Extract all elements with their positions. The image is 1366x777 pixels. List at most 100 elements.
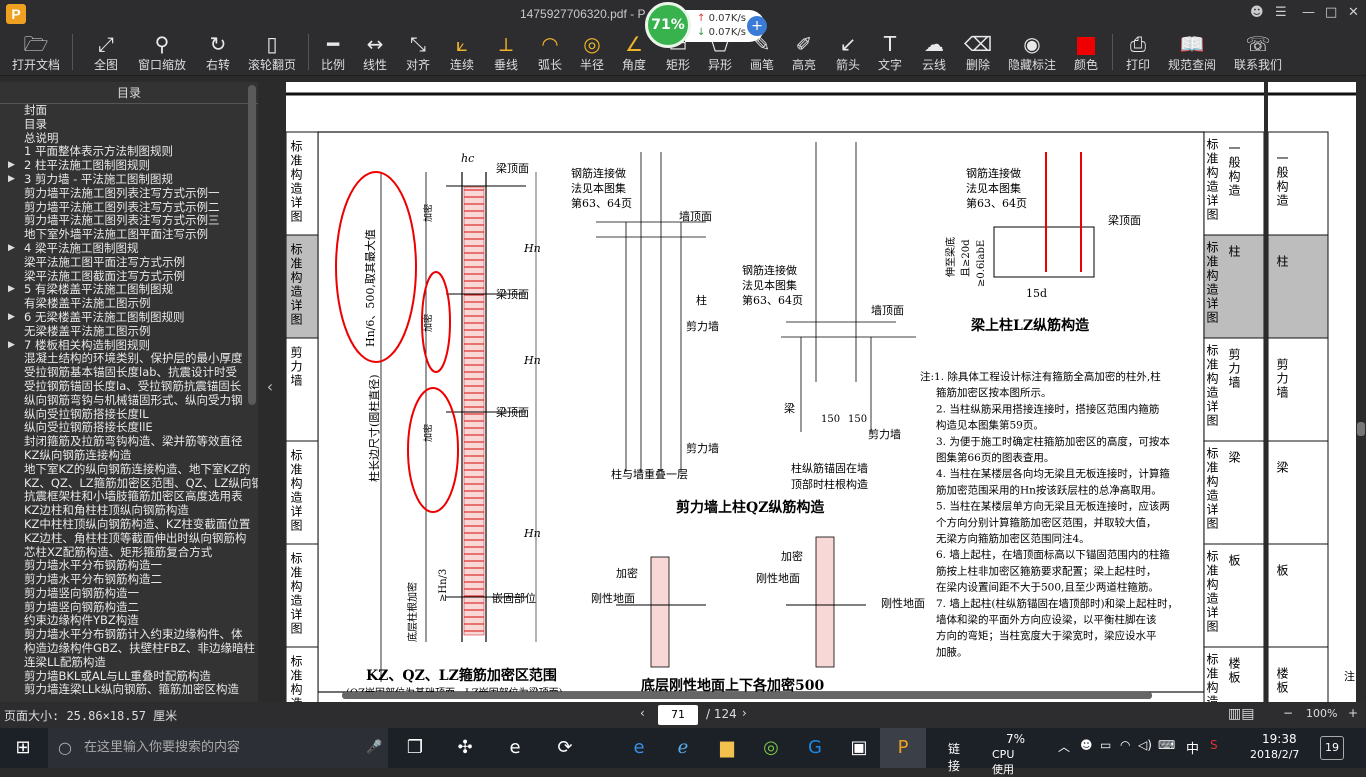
expand-arrow-icon[interactable]: ▶ xyxy=(8,159,15,173)
toc-item[interactable]: 封闭箍筋及拉筋弯钩构造、梁并筋等效直径 xyxy=(0,435,258,449)
toc-item[interactable]: 抗震框架柱和小墙肢箍筋加密区高度选用表 xyxy=(0,490,258,504)
toolbar-rotate-right[interactable]: ↻ 右转 xyxy=(196,30,240,74)
toolbar-delete[interactable]: ⌫ 删除 xyxy=(958,30,998,74)
toolbar-linear[interactable]: ↔ 线性 xyxy=(356,30,394,74)
horizontal-scrollbar[interactable] xyxy=(282,692,1356,700)
clock-time[interactable]: 19:38 xyxy=(1262,732,1297,746)
toc-item[interactable]: 地下室KZ的纵向钢筋连接构造、地下室KZ的 xyxy=(0,463,258,477)
toc-item[interactable]: ▶ 2 柱平法施工图制图规则 xyxy=(0,159,258,173)
toc-item[interactable]: 剪力墙平法施工图列表注写方式示例一 xyxy=(0,187,258,201)
toc-item[interactable]: 剪力墙水平分布钢筋计入约束边缘构件、体 xyxy=(0,628,258,642)
wifi-icon[interactable]: ◠ xyxy=(1120,738,1130,752)
toolbar-arc-length[interactable]: ◠ 弧长 xyxy=(530,30,570,74)
microphone-icon[interactable]: 🎤 xyxy=(366,728,382,768)
toc-item[interactable]: 纵向钢筋弯钩与机械锚固形式、纵向受力钢 xyxy=(0,394,258,408)
toolbar-open-document[interactable]: 🗁 打开文档 xyxy=(6,30,66,74)
next-page-icon[interactable]: › xyxy=(742,706,747,720)
zoom-level[interactable]: 100% xyxy=(1306,707,1337,720)
toolbar-highlight[interactable]: ✐ 高亮 xyxy=(784,30,824,74)
toc-item[interactable]: 混凝土结构的环境类别、保护层的最小厚度 xyxy=(0,352,258,366)
user-icon[interactable]: ☻ xyxy=(1250,5,1264,20)
toolbar-print[interactable]: ⎙ 打印 xyxy=(1118,30,1158,74)
sogou-icon[interactable]: S xyxy=(1210,738,1218,752)
toolbar-window-zoom[interactable]: ⚲ 窗口缩放 xyxy=(134,30,190,74)
page-number-input[interactable]: 71 xyxy=(658,705,698,725)
expand-arrow-icon[interactable]: ▶ xyxy=(8,339,15,353)
file-explorer-icon[interactable]: ▆ xyxy=(704,728,750,768)
g-app-icon[interactable]: G xyxy=(792,728,838,768)
toc-item[interactable]: 纵向受拉钢筋搭接长度lL xyxy=(0,408,258,422)
toc-item[interactable]: ▶ 5 有梁楼盖平法施工图制图规 xyxy=(0,283,258,297)
toc-item[interactable]: 目录 xyxy=(0,118,258,132)
toc-item[interactable]: 梁平法施工图平面注写方式示例 xyxy=(0,256,258,270)
clock-date[interactable]: 2018/2/7 xyxy=(1250,748,1299,761)
accelerate-plus-icon[interactable]: + xyxy=(747,16,767,36)
toolbar-perpendicular[interactable]: ⟂ 垂线 xyxy=(486,30,526,74)
briefcase-icon[interactable]: ▣ xyxy=(836,728,882,768)
toc-item[interactable]: 剪力墙连梁LLk纵向钢筋、箍筋加密区构造 xyxy=(0,683,258,697)
toc-item[interactable]: KZ边柱和角柱柱顶纵向钢筋构造 xyxy=(0,504,258,518)
toc-item[interactable]: KZ、QZ、LZ箍筋加密区范围、QZ、LZ纵向钢 xyxy=(0,477,258,491)
tray-chevron-icon[interactable]: ︿ xyxy=(1058,738,1070,755)
expand-arrow-icon[interactable]: ▶ xyxy=(8,242,15,256)
toolbar-scale[interactable]: ━ 比例 xyxy=(314,30,352,74)
toc-item[interactable]: 剪力墙平法施工图列表注写方式示例三 xyxy=(0,214,258,228)
edge-icon[interactable]: e xyxy=(616,728,662,768)
toc-item[interactable]: 无梁楼盖平法施工图示例 xyxy=(0,325,258,339)
toc-item[interactable]: 剪力墙竖向钢筋构造二 xyxy=(0,601,258,615)
toolbar-fit-page[interactable]: ⤢ 全图 xyxy=(84,30,128,74)
windows-start-icon[interactable]: ⊞ xyxy=(0,728,46,768)
toc-item[interactable]: KZ纵向钢筋连接构造 xyxy=(0,449,258,463)
toolbar-contact[interactable]: ☏ 联系我们 xyxy=(1230,30,1286,74)
expand-arrow-icon[interactable]: ▶ xyxy=(8,283,15,297)
toc-item[interactable]: ▶ 7 楼板相关构造制图规则 xyxy=(0,339,258,353)
toc-item[interactable]: ▶ 3 剪力墙 - 平法施工图制图规 xyxy=(0,173,258,187)
vertical-scrollbar[interactable] xyxy=(1356,82,1366,702)
cpu-usage-circle[interactable]: 71% xyxy=(645,2,691,48)
volume-icon[interactable]: ◁) xyxy=(1138,738,1152,752)
toc-item[interactable]: 受拉钢筋锚固长度la、受拉钢筋抗震锚固长 xyxy=(0,380,258,394)
toc-item[interactable]: 剪力墙水平分布钢筋构造一 xyxy=(0,559,258,573)
maximize-button[interactable]: □ xyxy=(1325,5,1337,20)
view-mode-icon[interactable]: ▥▤ xyxy=(1228,706,1254,722)
toc-item[interactable]: ▶ 4 梁平法施工图制图规 xyxy=(0,242,258,256)
toc-item[interactable]: 受拉钢筋基本锚固长度lab、抗震设计时受 xyxy=(0,366,258,380)
ime-indicator[interactable]: 中 xyxy=(1186,738,1199,757)
toolbar-hide-markup[interactable]: ◉ 隐藏标注 xyxy=(1004,30,1060,74)
toc-item[interactable]: 总说明 xyxy=(0,132,258,146)
toolbar-continuous[interactable]: ⟀ 连续 xyxy=(442,30,482,74)
toc-item[interactable]: 芯柱XZ配筋构造、矩形箍筋复合方式 xyxy=(0,546,258,560)
toc-item[interactable]: 梁平法施工图截面注写方式示例 xyxy=(0,270,258,284)
ie-icon[interactable]: ℯ xyxy=(660,728,706,768)
edge-browser-icon[interactable]: e xyxy=(492,728,538,768)
expand-arrow-icon[interactable]: ▶ xyxy=(8,173,15,187)
toc-item[interactable]: KZ边柱、角柱柱顶等截面伸出时纵向钢筋构 xyxy=(0,532,258,546)
horizontal-scroll-thumb[interactable] xyxy=(342,692,1152,699)
toc-item[interactable]: 剪力墙竖向钢筋构造一 xyxy=(0,587,258,601)
task-view-icon[interactable]: ❐ xyxy=(392,728,438,768)
taskbar-search-input[interactable]: ○ 在这里输入你要搜索的内容 🎤 xyxy=(48,728,388,768)
battery-icon[interactable]: ▭ xyxy=(1100,738,1111,752)
keyboard-icon[interactable]: ⌨ xyxy=(1158,738,1175,752)
toolbar-color[interactable]: 颜色 xyxy=(1066,30,1106,74)
link-label[interactable]: 链接 xyxy=(948,740,960,774)
toolbar-radius[interactable]: ◎ 半径 xyxy=(572,30,612,74)
toc-item[interactable]: 1 平面整体表示方法制图规则 xyxy=(0,145,258,159)
toc-item[interactable]: 有梁楼盖平法施工图示例 xyxy=(0,297,258,311)
people-icon[interactable]: ☻ xyxy=(1080,738,1093,752)
toc-item[interactable]: 约束边缘构件YBZ构造 xyxy=(0,614,258,628)
close-button[interactable]: ✕ xyxy=(1348,5,1359,20)
menu-icon[interactable]: ☰ xyxy=(1275,5,1287,20)
network-monitor-widget[interactable]: ↑ 0.07K/s ↓ 0.07K/s 71% + xyxy=(645,2,770,48)
zoom-out-icon[interactable]: − xyxy=(1283,706,1293,720)
toc-item[interactable]: 剪力墙水平分布钢筋构造二 xyxy=(0,573,258,587)
toolbar-spec-lookup[interactable]: 📖 规范查阅 xyxy=(1164,30,1220,74)
prev-page-icon[interactable]: ‹ xyxy=(640,706,645,720)
green-app-icon[interactable]: ◎ xyxy=(748,728,794,768)
toc-item[interactable]: 封面 xyxy=(0,104,258,118)
toolbar-cloud[interactable]: ☁ 云线 xyxy=(914,30,954,74)
toc-item[interactable]: 连梁LL配筋构造 xyxy=(0,656,258,670)
toc-item[interactable]: 剪力墙平法施工图列表注写方式示例二 xyxy=(0,201,258,215)
toc-item[interactable]: 纵向受拉钢筋搭接长度llE xyxy=(0,421,258,435)
toolbar-text[interactable]: T 文字 xyxy=(870,30,910,74)
